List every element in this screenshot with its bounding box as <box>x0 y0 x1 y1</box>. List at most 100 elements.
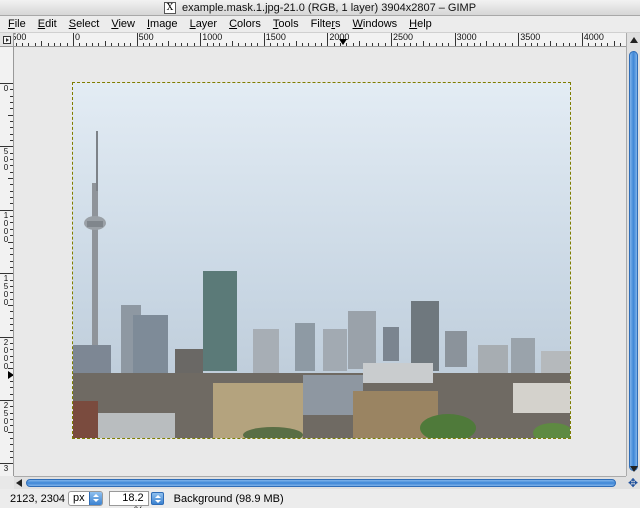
menu-layer[interactable]: Layer <box>184 16 224 32</box>
ruler-label: 0 <box>3 84 9 93</box>
statusbar: 2123, 2304 px 18.2 % Background (98.9 MB… <box>0 489 640 508</box>
ruler-tick <box>613 41 615 46</box>
ruler-tick <box>492 43 494 46</box>
ruler-tick <box>8 114 13 116</box>
ruler-tick <box>10 260 13 262</box>
ruler-tick <box>187 43 189 46</box>
ruler-tick <box>10 216 13 218</box>
ruler-tick <box>238 43 240 46</box>
city-skyline-image <box>73 83 570 438</box>
ruler-label: 2000 <box>3 337 9 371</box>
active-layer-info: Background (98.9 MB) <box>173 492 284 505</box>
ruler-tick <box>206 43 208 46</box>
ruler-tick <box>10 127 13 129</box>
ruler-tick <box>79 43 81 46</box>
horizontal-ruler[interactable]: 50005001000150020002500300035004000 <box>14 33 626 47</box>
window-titlebar[interactable]: X example.mask.1.jpg-21.0 (RGB, 1 layer)… <box>0 0 640 16</box>
menu-file[interactable]: File <box>2 16 32 32</box>
menu-image[interactable]: Image <box>141 16 184 32</box>
window-title: example.mask.1.jpg-21.0 (RGB, 1 layer) 3… <box>181 1 477 14</box>
ruler-label: 1500 <box>265 33 286 42</box>
ruler-label: 500 <box>138 33 154 42</box>
ruler-tick <box>10 197 13 199</box>
ruler-tick <box>47 43 49 46</box>
ruler-tick <box>123 43 125 46</box>
ruler-tick <box>422 41 424 46</box>
ruler-tick <box>10 393 13 395</box>
ruler-tick <box>10 247 13 249</box>
ruler-tick <box>10 412 13 414</box>
ruler-pointer-marker <box>339 39 348 45</box>
ruler-tick <box>581 33 583 46</box>
vertical-scrollbar[interactable] <box>626 33 640 476</box>
ruler-tick <box>569 43 571 46</box>
menu-filters[interactable]: Filters <box>305 16 347 32</box>
menu-tools[interactable]: Tools <box>267 16 305 32</box>
scroll-up-arrow-icon[interactable] <box>630 37 638 43</box>
scroll-left-arrow-icon[interactable] <box>16 479 22 487</box>
quick-mask-toggle-icon[interactable] <box>2 35 11 44</box>
vertical-scroll-thumb[interactable] <box>629 51 638 471</box>
ruler-tick <box>550 41 551 46</box>
ruler-tick <box>499 43 501 46</box>
ruler-label: 1500 <box>3 274 9 308</box>
scroll-down-arrow-icon[interactable] <box>630 466 638 472</box>
ruler-tick <box>441 43 443 46</box>
horizontal-scrollbar[interactable] <box>14 476 626 489</box>
ruler-tick <box>200 33 202 46</box>
ruler-tick <box>174 43 176 46</box>
ruler-tick <box>181 43 183 46</box>
ruler-tick <box>28 43 30 46</box>
navigate-crosshair-icon[interactable]: ✥ <box>626 476 640 489</box>
x11-app-icon: X <box>163 1 176 14</box>
unit-selector[interactable]: px <box>68 491 103 506</box>
ruler-tick <box>10 140 13 142</box>
ruler-tick <box>511 43 513 46</box>
zoom-field[interactable]: 18.2 % <box>108 491 149 508</box>
ruler-tick <box>448 43 450 46</box>
zoom-selector[interactable] <box>150 491 164 506</box>
ruler-tick <box>10 108 13 110</box>
ruler-tick <box>480 43 482 46</box>
ruler-tick <box>10 419 13 421</box>
ruler-tick <box>10 311 13 313</box>
ruler-tick <box>251 43 253 46</box>
horizontal-scroll-thumb[interactable] <box>26 479 616 487</box>
menubar: File Edit Select View Image Layer Colors Tools F… <box>0 16 640 33</box>
ruler-tick <box>10 165 13 167</box>
ruler-tick <box>562 43 564 46</box>
ruler-tick <box>575 43 577 46</box>
ruler-tick <box>225 43 227 46</box>
ruler-tick <box>10 361 13 363</box>
ruler-tick <box>460 43 462 46</box>
ruler-tick <box>295 41 297 46</box>
ruler-label: 2500 <box>393 33 414 42</box>
image-layer-background[interactable] <box>72 82 571 439</box>
menu-windows[interactable]: Windows <box>347 16 404 32</box>
canvas-area[interactable] <box>15 48 626 476</box>
ruler-label: 1000 <box>3 210 9 244</box>
ruler-tick <box>10 285 13 287</box>
ruler-tick <box>10 317 13 319</box>
ruler-tick <box>111 43 113 46</box>
menu-view[interactable]: View <box>105 16 141 32</box>
ruler-tick <box>10 349 13 351</box>
ruler-tick <box>34 43 36 46</box>
vertical-ruler[interactable]: 0 500 1000 1500 2000 2500 3 <box>0 47 14 476</box>
ruler-tick <box>308 43 310 46</box>
ruler-tick <box>162 43 164 46</box>
menu-help[interactable]: Help <box>403 16 438 32</box>
menu-colors[interactable]: Colors <box>223 16 267 32</box>
ruler-corner[interactable] <box>0 33 14 47</box>
menu-select[interactable]: Select <box>63 16 106 32</box>
ruler-tick <box>384 43 386 46</box>
menu-edit[interactable]: Edit <box>32 16 63 32</box>
ruler-tick <box>10 171 13 173</box>
ruler-tick <box>359 41 361 46</box>
unit-dropdown-icon[interactable] <box>88 492 102 505</box>
ruler-tick <box>518 33 520 46</box>
ruler-tick <box>53 43 55 46</box>
ruler-tick <box>104 41 106 46</box>
zoom-dropdown-icon[interactable] <box>150 492 164 505</box>
ruler-tick <box>10 355 13 357</box>
